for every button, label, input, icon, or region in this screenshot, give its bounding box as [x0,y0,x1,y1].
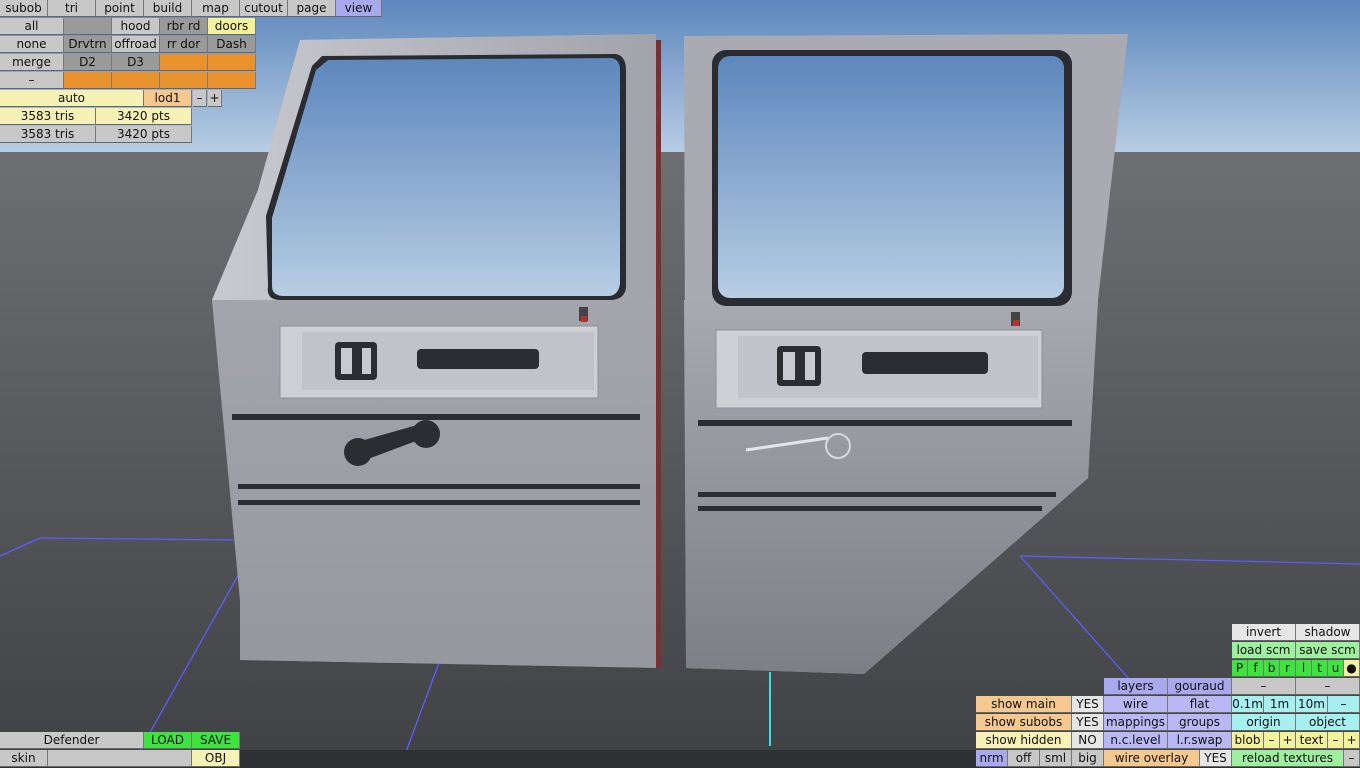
plane-r-button[interactable]: r [1280,660,1296,677]
reload-minus-button[interactable]: – [1344,750,1360,767]
text-minus-button[interactable]: – [1328,732,1344,749]
normals-nrm-button[interactable]: nrm [976,750,1008,767]
group-none[interactable]: none [0,36,64,53]
lod-level-button[interactable]: lod1 [144,90,192,107]
group-slot[interactable] [112,72,160,89]
group-slot[interactable] [160,72,208,89]
3d-viewport[interactable] [0,0,1360,768]
text-plus-button[interactable]: + [1344,732,1360,749]
group-drvtrn[interactable]: Drvtrn [64,36,112,53]
group-slot[interactable] [208,54,256,71]
nc-level-button[interactable]: n.c.level [1104,732,1168,749]
shadow-button[interactable]: shadow [1296,624,1360,641]
group-doors[interactable]: doors [208,18,256,35]
group-offroad[interactable]: offroad [112,36,160,53]
blob-plus-button[interactable]: + [1280,732,1296,749]
gouraud-button[interactable]: gouraud [1168,678,1232,695]
wire-overlay-label[interactable]: wire overlay [1104,750,1200,767]
menu-point[interactable]: point [96,0,144,17]
wire-button[interactable]: wire [1104,696,1168,713]
show-subobs-toggle[interactable]: YES [1072,714,1104,731]
plane-p-button[interactable]: P [1232,660,1248,677]
layers-button[interactable]: layers [1104,678,1168,695]
menu-cutout[interactable]: cutout [240,0,288,17]
save-scm-button[interactable]: save scm [1296,642,1360,659]
invert-button[interactable]: invert [1232,624,1296,641]
mappings-button[interactable]: mappings [1104,714,1168,731]
menu-tri[interactable]: tri [48,0,96,17]
show-subobs-label[interactable]: show subobs [976,714,1072,731]
group-hood[interactable]: hood [112,18,160,35]
menu-build[interactable]: build [144,0,192,17]
model-name-field[interactable]: Defender [0,732,144,749]
object-button[interactable]: object [1296,714,1360,731]
plane-dot-button[interactable]: ● [1344,660,1360,677]
groups-button[interactable]: groups [1168,714,1232,731]
group-rbr-rd[interactable]: rbr rd [160,18,208,35]
show-main-label[interactable]: show main [976,696,1072,713]
group-empty[interactable] [64,18,112,35]
show-main-toggle[interactable]: YES [1072,696,1104,713]
load-scm-button[interactable]: load scm [1232,642,1296,659]
scale-01m-button[interactable]: 0.1m [1232,696,1264,713]
show-hidden-label[interactable]: show hidden [976,732,1072,749]
menu-view[interactable]: view [336,0,382,17]
point-count: 3420 pts [96,108,192,125]
group-slot[interactable] [160,54,208,71]
menu-subob[interactable]: subob [0,0,48,17]
flat-button[interactable]: flat [1168,696,1232,713]
group-all[interactable]: all [0,18,64,35]
text-button[interactable]: text [1296,732,1328,749]
format-button[interactable]: OBJ [192,750,240,767]
lod-minus-button[interactable]: – [193,90,207,107]
lod-auto-button[interactable]: auto [0,90,144,107]
load-button[interactable]: LOAD [144,732,192,749]
plane-u-button[interactable]: u [1328,660,1344,677]
show-hidden-toggle[interactable]: NO [1072,732,1104,749]
tri-count: 3583 tris [0,126,96,143]
menu-map[interactable]: map [192,0,240,17]
plane-b-button[interactable]: b [1264,660,1280,677]
group-d2[interactable]: D2 [64,54,112,71]
save-button[interactable]: SAVE [192,732,240,749]
scale-minus-button[interactable]: – [1296,678,1360,695]
normals-big-button[interactable]: big [1072,750,1104,767]
group-slot[interactable] [64,72,112,89]
reload-textures-button[interactable]: reload textures [1232,750,1344,767]
skin-label: skin [0,750,48,767]
plane-t-button[interactable]: t [1312,660,1328,677]
plane-l-button[interactable]: l [1296,660,1312,677]
group-merge[interactable]: merge [0,54,64,71]
point-count: 3420 pts [96,126,192,143]
group-rr-dor[interactable]: rr dor [160,36,208,53]
skin-input[interactable] [48,750,192,767]
scale-dash-button[interactable]: – [1328,696,1360,713]
scale-minus-button[interactable]: – [1232,678,1296,695]
group-minus[interactable]: – [0,72,64,89]
lod-plus-button[interactable]: + [208,90,222,107]
group-dash[interactable]: Dash [208,36,256,53]
left-door-model [212,34,661,668]
wire-overlay-toggle[interactable]: YES [1200,750,1232,767]
normals-off-button[interactable]: off [1008,750,1040,767]
scale-1m-button[interactable]: 1m [1264,696,1296,713]
menu-page[interactable]: page [288,0,336,17]
blob-minus-button[interactable]: – [1264,732,1280,749]
origin-button[interactable]: origin [1232,714,1296,731]
group-slot[interactable] [208,72,256,89]
tri-count: 3583 tris [0,108,96,125]
scale-10m-button[interactable]: 10m [1296,696,1328,713]
plane-f-button[interactable]: f [1248,660,1264,677]
blob-button[interactable]: blob [1232,732,1264,749]
group-d3[interactable]: D3 [112,54,160,71]
lr-swap-button[interactable]: l.r.swap [1168,732,1232,749]
normals-sml-button[interactable]: sml [1040,750,1072,767]
